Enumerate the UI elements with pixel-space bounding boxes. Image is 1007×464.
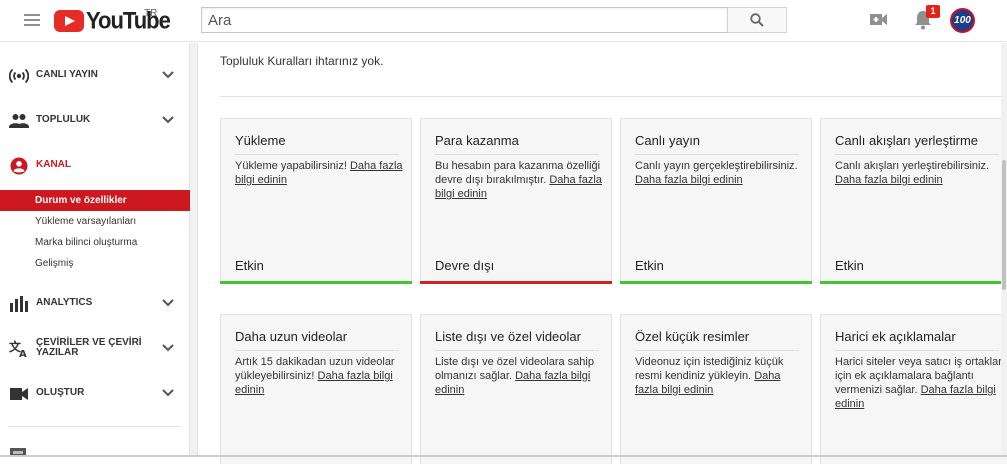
main-content: Topluluk Kuralları ihtarınız yok. Yüklem…	[198, 43, 1007, 464]
sidebar-item-ceviriler[interactable]: 文A ÇEVİRİLER VE ÇEVİRİ YAZILAR	[0, 334, 190, 364]
card-title: Liste dışı ve özel videolar	[435, 329, 581, 344]
logo-country-code: TR	[144, 8, 158, 19]
card-description: Harici siteler veya satıcı iş ortakları …	[835, 355, 1005, 411]
sidebar-subitem-gelismis[interactable]: Gelişmiş	[0, 253, 190, 274]
svg-text:A: A	[19, 349, 27, 358]
sidebar-item-label: OLUŞTUR	[36, 387, 85, 398]
avatar-text: 100	[954, 15, 971, 26]
play-logo-icon	[54, 10, 84, 32]
upload-video-icon[interactable]	[870, 13, 887, 26]
feature-card-uzun-videolar[interactable]: Daha uzun videolar Artık 15 dakikadan uz…	[220, 314, 412, 464]
account-icon	[10, 157, 28, 175]
card-divider	[635, 154, 799, 155]
status-bar-enabled	[820, 281, 1007, 284]
learn-more-link[interactable]: Daha fazla bilgi edinin	[835, 174, 943, 186]
card-description: Videonuz için istediğiniz küçük resmi ke…	[635, 355, 805, 397]
feature-card-harici-ek-aciklamalar[interactable]: Harici ek açıklamalar Harici siteler vey…	[820, 314, 1007, 464]
sidebar-item-canli-yayin[interactable]: CANLI YAYIN	[0, 61, 190, 91]
search-input[interactable]	[201, 7, 728, 33]
card-title: Daha uzun videolar	[235, 329, 348, 344]
feature-card-canli-yayin[interactable]: Canlı yayın Canlı yayın gerçekleştirebil…	[620, 118, 812, 284]
translate-icon: 文A	[9, 340, 27, 358]
status-bar-disabled	[420, 281, 612, 284]
card-description: Yükleme yapabilirsiniz! Daha fazla bilgi…	[235, 159, 405, 187]
video-camera-icon	[10, 388, 28, 400]
card-divider	[235, 154, 399, 155]
card-divider	[235, 350, 399, 351]
chevron-down-icon[interactable]	[162, 116, 174, 124]
sidebar-item-kanal[interactable]: KANAL	[0, 151, 190, 181]
card-status: Devre dışı	[435, 258, 495, 273]
card-description-text: Yükleme yapabilirsiniz!	[235, 160, 347, 172]
feature-card-canli-akis-yerlestirme[interactable]: Canlı akışları yerleştirme Canlı akışlar…	[820, 118, 1007, 284]
learn-more-link[interactable]: Daha fazla bilgi edinin	[635, 174, 743, 186]
main-divider	[220, 96, 1001, 97]
card-description: Liste dışı ve özel videolara sahip olman…	[435, 355, 605, 397]
card-description: Artık 15 dakikadan uzun videolar yükleye…	[235, 355, 405, 397]
feature-card-liste-disi-videolar[interactable]: Liste dışı ve özel videolar Liste dışı v…	[420, 314, 612, 464]
card-divider	[435, 350, 599, 351]
people-icon	[9, 114, 29, 128]
feature-card-ozel-kucuk-resimler[interactable]: Özel küçük resimler Videonuz için istedi…	[620, 314, 812, 464]
search-icon	[750, 13, 764, 27]
sidebar-item-label: ANALYTICS	[36, 297, 93, 308]
chevron-down-icon[interactable]	[162, 344, 174, 352]
sidebar-item-label: KANAL	[36, 159, 71, 170]
feature-card-yukleme[interactable]: Yükleme Yükleme yapabilirsiniz! Daha faz…	[220, 118, 412, 284]
chevron-down-icon[interactable]	[162, 389, 174, 397]
chevron-down-icon[interactable]	[162, 299, 174, 307]
card-description: Bu hesabın para kazanma özelliği devre d…	[435, 159, 605, 201]
card-status: Etkin	[835, 258, 864, 273]
sidebar: CANLI YAYIN TOPLULUK KANAL Durum ve özel…	[0, 43, 190, 457]
sidebar-item-topluluk[interactable]: TOPLULUK	[0, 106, 190, 136]
menu-icon[interactable]	[24, 14, 40, 28]
sidebar-item-label: CANLI YAYIN	[36, 69, 98, 80]
card-description-text: Canlı yayın gerçekleştirebilirsiniz.	[635, 160, 798, 172]
main-scrollbar-thumb[interactable]	[1002, 160, 1006, 290]
sidebar-scrollbar[interactable]	[190, 43, 198, 457]
sidebar-item-olustur[interactable]: OLUŞTUR	[0, 379, 190, 409]
feature-card-para-kazanma[interactable]: Para kazanma Bu hesabın para kazanma öze…	[420, 118, 612, 284]
card-divider	[635, 350, 799, 351]
sidebar-item-label: ÇEVİRİLER VE ÇEVİRİ YAZILAR	[36, 337, 142, 358]
sidebar-subitem-marka[interactable]: Marka bilinci oluşturma	[0, 232, 190, 253]
notification-badge: 1	[926, 5, 940, 18]
sidebar-item-analytics[interactable]: ANALYTICS	[0, 289, 190, 319]
sidebar-divider	[8, 426, 180, 427]
top-bar: YouTube TR 1 100	[0, 0, 1007, 42]
card-status: Etkin	[635, 258, 664, 273]
card-description: Canlı akışları yerleştirebilirsiniz. Dah…	[835, 159, 1005, 187]
card-description-text: Canlı akışları yerleştirebilirsiniz.	[835, 160, 990, 172]
card-title: Özel küçük resimler	[635, 329, 750, 344]
sidebar-subitem-yukleme-varsayilanlari[interactable]: Yükleme varsayılanları	[0, 211, 190, 232]
avatar[interactable]: 100	[950, 8, 975, 33]
bar-chart-icon	[10, 296, 28, 312]
card-divider	[835, 350, 999, 351]
card-title: Canlı yayın	[635, 133, 701, 148]
broadcast-icon	[9, 68, 29, 84]
chevron-down-icon[interactable]	[162, 71, 174, 79]
card-title: Canlı akışları yerleştirme	[835, 133, 979, 148]
card-divider	[835, 154, 999, 155]
card-title: Harici ek açıklamalar	[835, 329, 956, 344]
status-bar-enabled	[620, 281, 812, 284]
card-title: Yükleme	[235, 133, 286, 148]
card-title: Para kazanma	[435, 133, 519, 148]
sidebar-subitem-durum[interactable]: Durum ve özellikler	[0, 190, 190, 211]
search-button[interactable]	[727, 7, 787, 33]
community-guidelines-notice: Topluluk Kuralları ihtarınız yok.	[220, 54, 384, 68]
sidebar-item-label: TOPLULUK	[36, 114, 91, 125]
status-bar-enabled	[220, 281, 412, 284]
card-description: Canlı yayın gerçekleştirebilirsiniz. Dah…	[635, 159, 805, 187]
card-divider	[435, 154, 599, 155]
card-status: Etkin	[235, 258, 264, 273]
